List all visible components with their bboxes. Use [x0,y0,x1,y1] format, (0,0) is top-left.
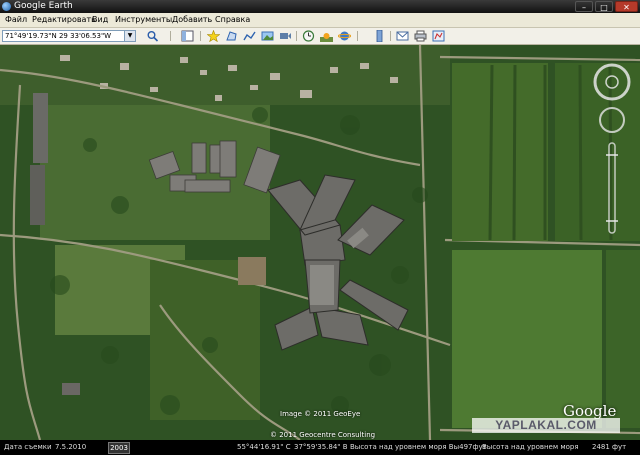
sidebar-icon[interactable] [181,30,194,42]
status-bar: Дата съемки 7.5.2010 2003 55°44'16.91" С… [0,440,640,455]
historical-year-badge[interactable]: 2003 [108,442,130,454]
ruler-icon[interactable] [373,30,386,42]
polygon-icon[interactable] [225,30,238,42]
path-icon[interactable] [243,30,256,42]
menu-tools[interactable]: Инструменты [115,13,172,27]
title-bar: Google Earth – □ ✕ [0,0,640,13]
print-icon[interactable] [414,30,427,42]
window-title: Google Earth [14,1,73,11]
search-icon[interactable] [146,30,159,42]
placemark-icon[interactable] [207,30,220,42]
historical-imagery-icon[interactable] [302,30,315,42]
eye-altitude-value: 2481 фут [592,443,627,451]
image-overlay-icon[interactable] [261,30,274,42]
date-label: Дата съемки [4,443,52,451]
toolbar-separator [357,31,358,41]
eye-altitude-label: Высота над уровнем моря [482,443,579,451]
menu-view[interactable]: Вид [92,13,108,27]
terrain-elevation: Высота над уровнем моря Вы497фут [350,443,487,451]
google-earth-icon [2,2,11,11]
toolbar-separator [200,31,201,41]
menu-edit[interactable]: Редактировать [32,13,96,27]
close-button[interactable]: ✕ [615,1,638,12]
imagery-credit: Image © 2011 GeoEye [280,410,361,418]
minimize-button[interactable]: – [575,1,593,12]
record-tour-icon[interactable] [279,30,292,42]
longitude: 37°59'35.84" В [294,443,348,451]
menu-help[interactable]: Справка [215,13,250,27]
maximize-button[interactable]: □ [595,1,613,12]
toolbar-separator [296,31,297,41]
planets-icon[interactable] [338,30,351,42]
latitude: 55°44'16.91" С [237,443,291,451]
sun-icon[interactable] [320,30,333,42]
coordinates-value: 71°49'19.73"N 29 33'06.53"W [5,32,112,40]
maps-icon[interactable] [432,30,445,42]
menu-bar: Файл Редактировать Вид Инструменты Добав… [0,13,640,28]
menu-file[interactable]: Файл [5,13,27,27]
satellite-map[interactable]: Image © 2011 GeoEye © 2011 Geocentre Con… [0,45,640,440]
watermark: YAPLAKAL.COM [472,418,620,433]
chevron-down-icon[interactable]: ▼ [124,31,135,41]
email-icon[interactable] [396,30,409,42]
search-input[interactable]: 71°49'19.73"N 29 33'06.53"W ▼ [2,30,136,42]
toolbar: 71°49'19.73"N 29 33'06.53"W ▼ [0,28,640,45]
data-credit: © 2011 Geocentre Consulting [270,431,376,439]
toolbar-separator [390,31,391,41]
toolbar-separator [170,31,171,41]
imagery-date: 7.5.2010 [55,443,87,451]
menu-add[interactable]: Добавить [172,13,212,27]
